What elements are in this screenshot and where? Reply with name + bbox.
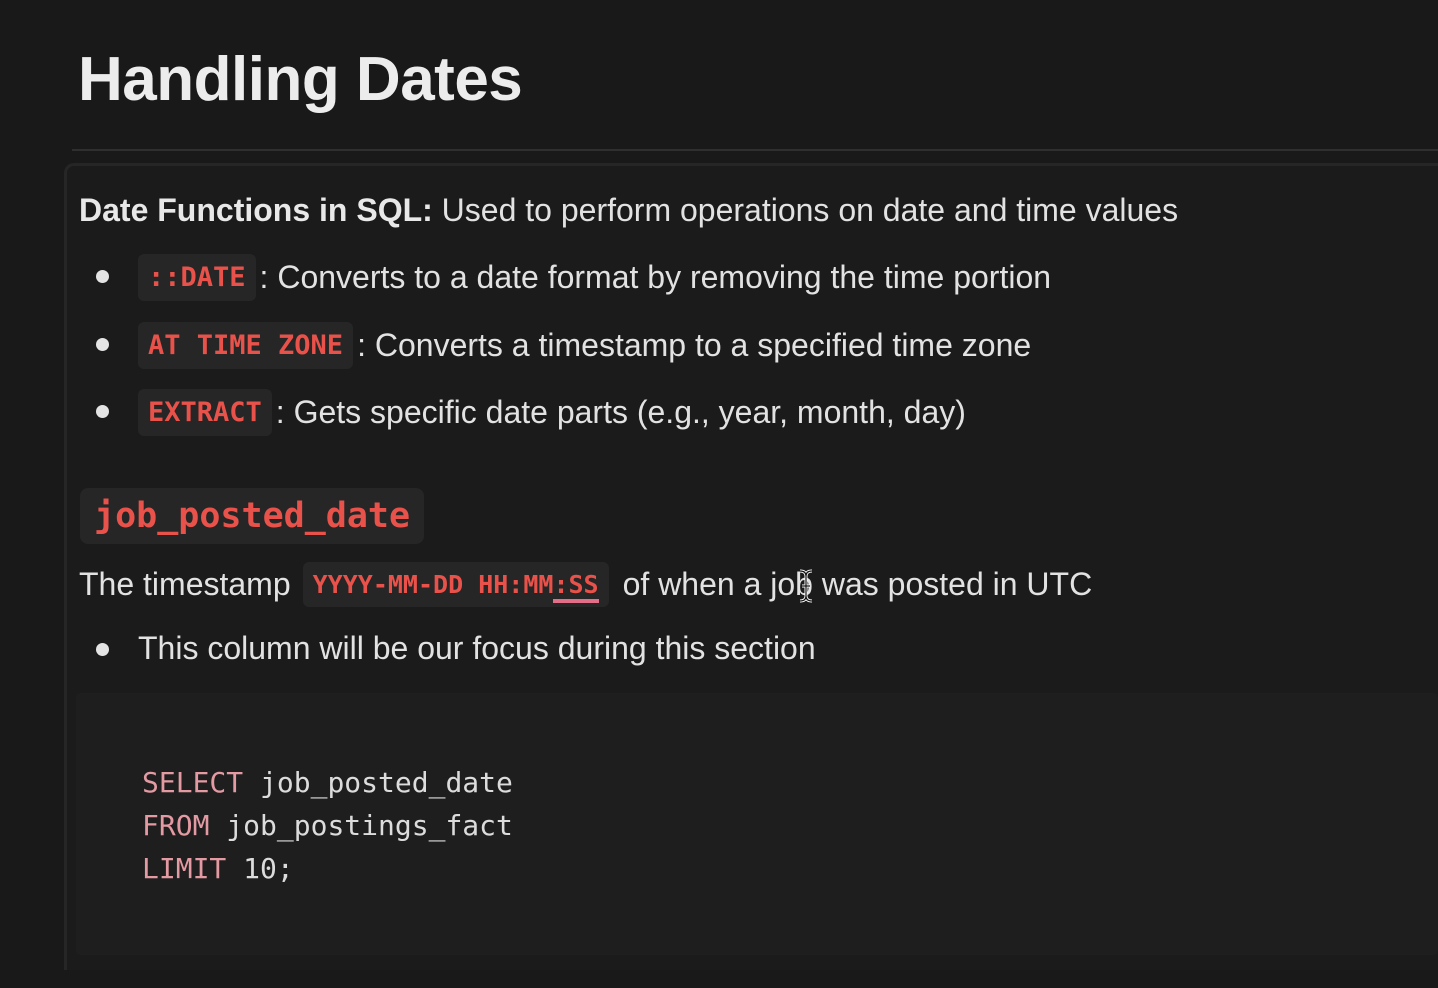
code-line: LIMIT 10; [142, 852, 294, 885]
intro-line: Date Functions in SQL: Used to perform o… [79, 192, 1178, 229]
code-line: FROM job_postings_fact [142, 809, 513, 842]
bullet-icon [96, 405, 109, 418]
format-main: YYYY-MM-DD HH:MM [312, 570, 554, 599]
bullet-icon [96, 270, 109, 283]
page: Handling Dates Date Functions in SQL: Us… [0, 0, 1438, 988]
intro-bold: Date Functions in SQL: [79, 192, 433, 228]
code-line: SELECT job_posted_date [142, 766, 513, 799]
sql-text: 10; [226, 852, 294, 885]
list-item-date: ::DATE : Converts to a date format by re… [138, 254, 1051, 301]
list-item-extract: EXTRACT : Gets specific date parts (e.g.… [138, 389, 966, 436]
inline-code-date: ::DATE [138, 254, 256, 301]
list-item-at-time-zone: AT TIME ZONE : Converts a timestamp to a… [138, 322, 1031, 369]
list-item-text: : Gets specific date parts (e.g., year, … [275, 394, 966, 430]
format-underlined: :SS [553, 570, 599, 603]
desc-before: The timestamp [79, 566, 291, 602]
text-cursor-icon [799, 569, 813, 603]
inline-code-at-time-zone: AT TIME ZONE [138, 322, 354, 369]
list-item-focus: This column will be our focus during thi… [138, 630, 816, 667]
bullet-icon [96, 338, 109, 351]
sql-text: job_postings_fact [209, 809, 513, 842]
page-title: Handling Dates [78, 45, 523, 114]
intro-text: Used to perform operations on date and t… [432, 192, 1179, 228]
column-description: The timestamp YYYY-MM-DD HH:MM:SS of whe… [79, 562, 1092, 607]
sql-keyword: FROM [142, 809, 210, 842]
sql-keyword: LIMIT [142, 852, 227, 885]
sql-text: job_posted_date [243, 766, 513, 799]
bullet-icon [96, 643, 109, 656]
list-item-text: This column will be our focus during thi… [138, 630, 816, 666]
timestamp-format-code: YYYY-MM-DD HH:MM:SS [302, 562, 609, 607]
sql-keyword: SELECT [142, 766, 244, 799]
list-item-text: : Converts to a date format by removing … [259, 259, 1052, 295]
column-name-code: job_posted_date [80, 488, 425, 544]
divider [72, 149, 1438, 151]
inline-code-extract: EXTRACT [138, 389, 272, 436]
desc-after: of when a job was posted in UTC [622, 566, 1093, 602]
list-item-text: : Converts a timestamp to a specified ti… [357, 327, 1032, 363]
